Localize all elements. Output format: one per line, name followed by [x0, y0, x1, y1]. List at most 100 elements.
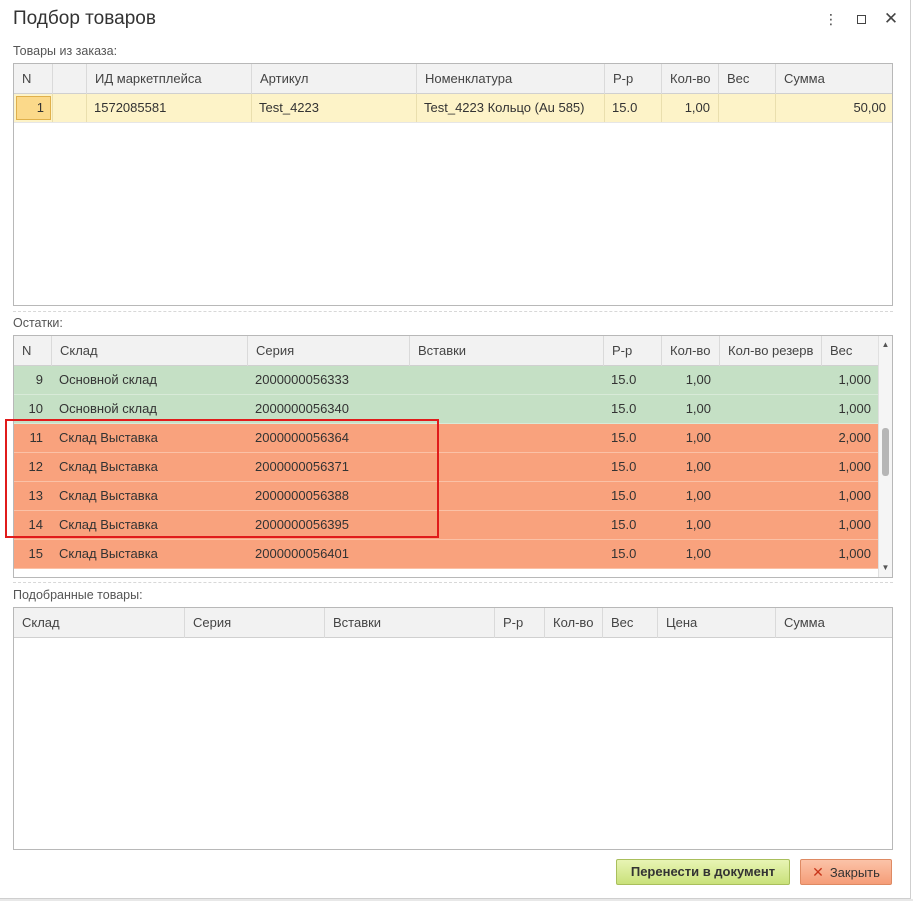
column-header[interactable]: Кол-во	[661, 336, 719, 366]
table-row[interactable]: 1 1572085581 Test_4223 Test_4223 Кольцо (Au…	[14, 94, 892, 123]
reserve-cell	[719, 482, 821, 510]
scroll-thumb[interactable]	[882, 428, 889, 476]
weight-cell: 1,000	[838, 401, 871, 416]
close-button[interactable]: ✕ Закрыть	[800, 859, 892, 885]
selected-items-header: Склад Серия Вставки Р-р Кол-во Вес Цена Сумма	[14, 608, 892, 638]
transfer-to-document-button[interactable]: Перенести в документ	[616, 859, 790, 885]
inserts-cell	[409, 482, 603, 510]
article-cell: Test_4223	[259, 100, 319, 115]
column-header[interactable]: Кол-во резерв	[719, 336, 821, 366]
column-header[interactable]: Вес	[821, 336, 879, 366]
quantity-cell: 1,00	[685, 488, 711, 503]
column-header[interactable]: Склад	[51, 336, 247, 366]
row-number: 12	[28, 459, 43, 474]
stock-header: N Склад Серия Вставки Р-р Кол-во Кол-во резерв…	[14, 336, 879, 366]
scroll-up-icon[interactable]: ▲	[879, 338, 892, 352]
warehouse-cell: Склад Выставка	[59, 459, 158, 474]
table-row[interactable]: 11 Склад Выставка 2000000056364 15.0 1,00 2,0…	[14, 424, 879, 453]
inserts-cell	[409, 540, 603, 568]
close-button-label: Закрыть	[829, 865, 880, 880]
warehouse-cell: Склад Выставка	[59, 488, 158, 503]
column-header[interactable]: Вес	[718, 64, 775, 94]
column-header[interactable]: ИД маркетплейса	[86, 64, 251, 94]
selected-items-table[interactable]: Склад Серия Вставки Р-р Кол-во Вес Цена Сумма	[13, 607, 893, 850]
nomenclature-cell: Test_4223 Кольцо (Au 585)	[424, 100, 585, 115]
column-header[interactable]: Склад	[14, 608, 184, 638]
column-header[interactable]: Р-р	[494, 608, 544, 638]
inserts-cell	[409, 424, 603, 452]
order-items-table[interactable]: N ИД маркетплейса Артикул Номенклатура Р-р Ко…	[13, 63, 893, 306]
quantity-cell: 1,00	[684, 100, 710, 115]
quantity-cell: 1,00	[685, 372, 711, 387]
sum-cell: 50,00	[853, 100, 886, 115]
series-cell: 2000000056333	[255, 372, 349, 387]
quantity-cell: 1,00	[685, 546, 711, 561]
order-items-label: Товары из заказа:	[13, 44, 118, 58]
table-row[interactable]: 15 Склад Выставка 2000000056401 15.0 1,00 1,0…	[14, 540, 879, 569]
inserts-cell	[409, 453, 603, 481]
series-cell: 2000000056401	[255, 546, 349, 561]
order-items-header: N ИД маркетплейса Артикул Номенклатура Р-р Ко…	[14, 64, 892, 94]
size-cell: 15.0	[611, 372, 637, 387]
maximize-icon[interactable]	[850, 8, 872, 30]
reserve-cell	[719, 395, 821, 423]
column-header[interactable]: Р-р	[603, 336, 661, 366]
reserve-cell	[719, 511, 821, 539]
series-cell: 2000000056395	[255, 517, 349, 532]
column-header[interactable]: Сумма	[775, 608, 892, 638]
more-vertical-icon[interactable]: ⋮	[820, 8, 842, 30]
column-header[interactable]: Серия	[184, 608, 324, 638]
column-header[interactable]: Серия	[247, 336, 409, 366]
table-row[interactable]: 14 Склад Выставка 2000000056395 15.0 1,00 1,0…	[14, 511, 879, 540]
close-icon[interactable]: ✕	[880, 8, 902, 30]
table-row[interactable]: 10 Основной склад 2000000056340 15.0 1,00 1,0…	[14, 395, 879, 424]
column-header[interactable]: Вес	[602, 608, 657, 638]
column-header[interactable]: Сумма	[775, 64, 892, 94]
weight-cell: 1,000	[838, 488, 871, 503]
warehouse-cell: Основной склад	[59, 372, 157, 387]
inserts-cell	[409, 366, 603, 394]
table-row[interactable]: 13 Склад Выставка 2000000056388 15.0 1,00 1,0…	[14, 482, 879, 511]
column-header[interactable]: Вставки	[409, 336, 603, 366]
column-header[interactable]: Вставки	[324, 608, 494, 638]
column-header[interactable]: Р-р	[604, 64, 661, 94]
column-header[interactable]: Кол-во	[661, 64, 718, 94]
weight-cell: 1,000	[838, 546, 871, 561]
column-header[interactable]: N	[14, 64, 52, 94]
table-row[interactable]: 12 Склад Выставка 2000000056371 15.0 1,00 1,0…	[14, 453, 879, 482]
stock-table[interactable]: N Склад Серия Вставки Р-р Кол-во Кол-во резерв…	[13, 335, 893, 578]
reserve-cell	[719, 366, 821, 394]
series-cell: 2000000056371	[255, 459, 349, 474]
size-cell: 15.0	[611, 517, 637, 532]
marketplace-id-cell: 1572085581	[94, 100, 167, 115]
inserts-cell	[409, 511, 603, 539]
size-cell: 15.0	[611, 430, 637, 445]
table-row[interactable]: 9 Основной склад 2000000056333 15.0 1,00 1,00…	[14, 366, 879, 395]
row-number: 13	[28, 488, 43, 503]
weight-cell: 1,000	[838, 459, 871, 474]
series-cell: 2000000056340	[255, 401, 349, 416]
column-header[interactable]	[52, 64, 86, 94]
close-x-icon: ✕	[812, 864, 824, 880]
warehouse-cell: Основной склад	[59, 401, 157, 416]
stock-scrollbar[interactable]: ▲ ▼	[878, 336, 892, 577]
row-number: 10	[28, 401, 43, 416]
quantity-cell: 1,00	[685, 430, 711, 445]
size-cell: 15.0	[612, 100, 638, 115]
row-number: 1	[16, 96, 51, 120]
scroll-down-icon[interactable]: ▼	[879, 561, 892, 575]
inserts-cell	[409, 395, 603, 423]
column-header[interactable]: Артикул	[251, 64, 416, 94]
reserve-cell	[719, 453, 821, 481]
size-cell: 15.0	[611, 546, 637, 561]
column-header[interactable]: Номенклатура	[416, 64, 604, 94]
weight-cell: 1,000	[838, 372, 871, 387]
column-header[interactable]: Кол-во	[544, 608, 602, 638]
size-cell: 15.0	[611, 401, 637, 416]
dialog-window: Подбор товаров ⋮ ✕ Товары из заказа: N ИД…	[0, 0, 911, 899]
row-number: 9	[35, 372, 43, 387]
column-header[interactable]: Цена	[657, 608, 775, 638]
cell-divider	[52, 94, 53, 122]
warehouse-cell: Склад Выставка	[59, 430, 158, 445]
column-header[interactable]: N	[14, 336, 51, 366]
